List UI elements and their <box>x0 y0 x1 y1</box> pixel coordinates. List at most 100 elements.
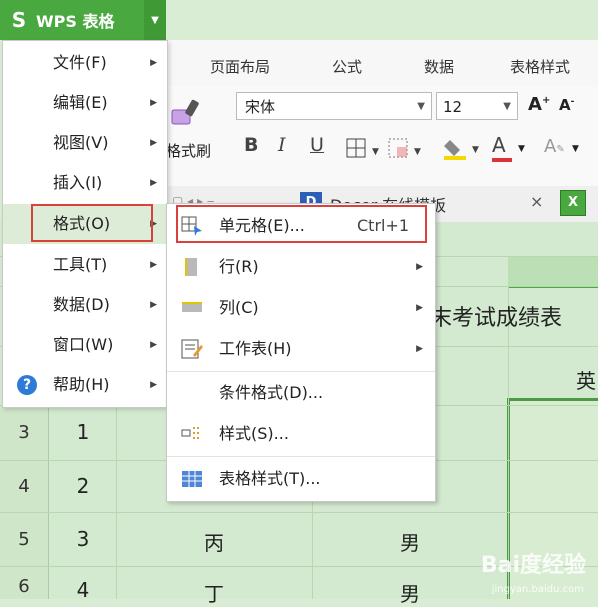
menu-item-window[interactable]: 窗口(W) ▶ <box>3 325 167 365</box>
menu-item-label: 编辑(E) <box>53 93 108 112</box>
borders-icon[interactable]: ▼ <box>346 138 386 160</box>
submenu-item-label: 表格样式(T)... <box>219 469 321 488</box>
format-painter-label[interactable]: 格式刷 <box>166 140 211 161</box>
submenu-item-style[interactable]: 样式(S)... <box>167 414 435 454</box>
tab-data[interactable]: 数据 <box>424 56 454 77</box>
cell-gender[interactable]: 男 <box>312 578 508 607</box>
wps-logo-icon: S <box>11 8 27 32</box>
italic-button[interactable]: I <box>278 134 286 156</box>
chevron-right-icon: ▶ <box>150 178 157 188</box>
row-header-4[interactable]: 4 <box>0 461 49 512</box>
sheet-title-cell[interactable]: 末考试成绩表 <box>430 300 562 332</box>
submenu-item-conditional-format[interactable]: 条件格式(D)... <box>167 373 435 413</box>
font-name-value: 宋体 <box>245 98 276 116</box>
ribbon-tabs: 页面布局 公式 数据 表格样式 <box>166 40 598 87</box>
font-color-swatch <box>492 158 512 162</box>
menu-item-view[interactable]: 视图(V) ▶ <box>3 123 167 163</box>
underline-button[interactable]: U <box>310 134 324 156</box>
chevron-right-icon: ▶ <box>150 340 157 350</box>
ribbon-toolbar: 格式刷 宋体 ▼ 12 ▼ A+ A- B I U ▼ ▼ ▼ A ▼ A✎ ▼ <box>166 86 598 187</box>
menu-item-label: 帮助(H) <box>53 375 110 394</box>
menu-item-label: 工具(T) <box>53 255 108 274</box>
row-header-6[interactable]: 6 <box>0 567 49 599</box>
svg-text:▼: ▼ <box>472 145 479 155</box>
column-icon <box>182 302 202 312</box>
menu-item-tools[interactable]: 工具(T) ▶ <box>3 245 167 285</box>
svg-text:▼: ▼ <box>372 147 379 157</box>
font-size-select[interactable]: 12 ▼ <box>436 92 518 120</box>
chevron-down-icon[interactable]: ▼ <box>572 144 579 154</box>
submenu-item-label: 条件格式(D)... <box>219 383 324 402</box>
cell-id[interactable]: 4 <box>50 578 116 602</box>
cell-id[interactable]: 1 <box>50 420 116 444</box>
close-icon[interactable]: × <box>530 192 543 211</box>
chevron-right-icon: ▶ <box>150 380 157 390</box>
menu-item-label: 文件(F) <box>53 53 107 72</box>
menu-item-label: 视图(V) <box>53 133 109 152</box>
font-color-button[interactable]: A <box>492 133 506 157</box>
submenu-item-row[interactable]: 行(R) ▶ <box>167 247 435 287</box>
watermark: Bai度经验 <box>480 553 586 578</box>
chevron-down-icon[interactable]: ▼ <box>518 144 525 154</box>
style-icon <box>181 427 201 439</box>
app-title: WPS 表格 <box>36 12 115 31</box>
menu-item-help[interactable]: ? 帮助(H) ▶ <box>3 365 167 405</box>
cell-name[interactable]: 丙 <box>116 527 312 556</box>
cell-id[interactable]: 3 <box>50 527 116 551</box>
menu-item-edit[interactable]: 编辑(E) ▶ <box>3 83 167 123</box>
font-color-label: A <box>492 133 506 157</box>
format-painter-icon[interactable] <box>170 98 206 128</box>
chevron-right-icon: ▶ <box>416 303 423 313</box>
menu-item-data[interactable]: 数据(D) ▶ <box>3 285 167 325</box>
chevron-down-icon: ▼ <box>417 101 425 112</box>
menu-item-label: 数据(D) <box>53 295 110 314</box>
tab-table-style[interactable]: 表格样式 <box>510 56 570 77</box>
selected-column-header[interactable] <box>508 256 598 288</box>
wps-app-menu-button[interactable]: S WPS 表格 ▼ <box>0 0 166 40</box>
merge-cells-icon[interactable]: ▼ <box>388 138 428 160</box>
chevron-right-icon: ▶ <box>150 300 157 310</box>
chevron-down-icon: ▼ <box>503 101 511 112</box>
increase-font-icon[interactable]: A+ <box>528 94 550 115</box>
fill-color-icon[interactable]: ▼ <box>442 136 486 162</box>
submenu-item-table-style[interactable]: 表格样式(T)... <box>167 459 435 499</box>
chevron-down-icon[interactable]: ▼ <box>144 0 166 40</box>
cell-name[interactable]: 丁 <box>116 578 312 607</box>
header-cell-english[interactable]: 英 <box>576 365 596 394</box>
chevron-right-icon: ▶ <box>150 58 157 68</box>
menu-item-file[interactable]: 文件(F) ▶ <box>3 43 167 83</box>
bold-button[interactable]: B <box>244 134 258 156</box>
watermark-sub: jingyan.baidu.com <box>491 584 584 595</box>
cell-gender[interactable]: 男 <box>312 527 508 556</box>
spreadsheet-file-icon[interactable]: X <box>560 190 586 216</box>
chevron-right-icon: ▶ <box>150 138 157 148</box>
chevron-right-icon: ▶ <box>416 262 423 272</box>
help-icon: ? <box>17 375 37 395</box>
worksheet-icon <box>181 339 203 359</box>
submenu-item-worksheet[interactable]: 工作表(H) ▶ <box>167 329 435 369</box>
menu-item-label: 插入(I) <box>53 173 103 192</box>
row-icon <box>185 258 197 276</box>
format-submenu: 单元格(E)... Ctrl+1 行(R) ▶ 列(C) ▶ 工作表(H) ▶ … <box>166 203 436 502</box>
menu-item-insert[interactable]: 插入(I) ▶ <box>3 163 167 203</box>
submenu-item-label: 工作表(H) <box>219 339 292 358</box>
clear-format-icon[interactable]: A✎ <box>544 136 565 157</box>
cell-id[interactable]: 2 <box>50 474 116 498</box>
menu-separator <box>167 456 435 457</box>
tab-page-layout[interactable]: 页面布局 <box>210 56 270 77</box>
menu-separator <box>167 371 435 372</box>
submenu-item-label: 行(R) <box>219 257 259 276</box>
highlight-box <box>176 205 427 243</box>
chevron-right-icon: ▶ <box>150 98 157 108</box>
row-header-5[interactable]: 5 <box>0 513 49 566</box>
decrease-font-icon[interactable]: A- <box>559 96 574 114</box>
chevron-right-icon: ▶ <box>416 344 423 354</box>
highlight-box <box>31 204 153 242</box>
submenu-item-column[interactable]: 列(C) ▶ <box>167 288 435 328</box>
row-header-3[interactable]: 3 <box>0 406 49 460</box>
submenu-item-label: 样式(S)... <box>219 424 289 443</box>
tab-formula[interactable]: 公式 <box>332 56 362 77</box>
font-name-select[interactable]: 宋体 ▼ <box>236 92 432 120</box>
svg-text:▼: ▼ <box>414 147 421 157</box>
menu-item-label: 窗口(W) <box>53 335 114 354</box>
